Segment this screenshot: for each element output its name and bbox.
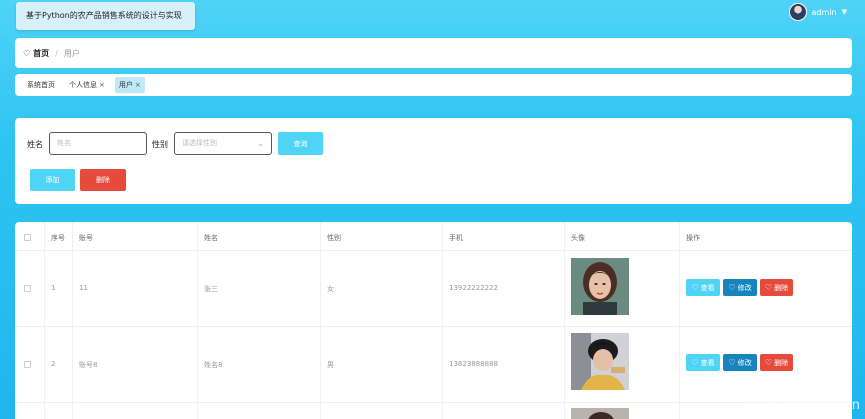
- column-header-index: 序号: [51, 234, 65, 242]
- edit-label: 修改: [737, 358, 752, 367]
- query-button[interactable]: 查询: [278, 132, 323, 155]
- tag-label: 用户: [118, 81, 133, 89]
- tags-bar: 系统首页 个人信息 × 用户 ×: [15, 74, 852, 96]
- edit-button[interactable]: ♡ 修改: [723, 279, 757, 296]
- gender-label: 性别: [152, 140, 168, 149]
- row-gender: 女: [327, 285, 334, 293]
- heart-icon: ♡: [728, 357, 736, 367]
- heart-icon: ♡: [764, 282, 773, 292]
- avatar-image: [571, 408, 629, 419]
- add-button[interactable]: 添加: [30, 169, 75, 191]
- tag-label: 系统首页: [27, 81, 55, 89]
- grid-line: [442, 222, 443, 419]
- row-name: 张三: [204, 285, 218, 293]
- row-name: 姓名8: [204, 361, 223, 369]
- delete-label: 删除: [774, 283, 789, 292]
- user-table: 序号 账号 姓名 性别 手机 头像 操作 1 11 张三 女 139222222…: [15, 222, 852, 419]
- user-name[interactable]: admin: [812, 8, 837, 17]
- heart-icon: ♡: [23, 48, 31, 58]
- row-phone: 13823888888: [449, 360, 498, 368]
- close-icon[interactable]: ×: [135, 81, 141, 89]
- name-input[interactable]: 姓名: [49, 132, 147, 155]
- grid-line: [197, 222, 198, 419]
- tag-home[interactable]: 系统首页: [23, 77, 59, 93]
- grid-line: [15, 250, 852, 251]
- breadcrumb-home-label: 首页: [33, 48, 50, 58]
- grid-line: [679, 222, 680, 419]
- row-checkbox[interactable]: [24, 361, 31, 368]
- column-header-actions: 操作: [686, 234, 700, 242]
- row-checkbox[interactable]: [24, 285, 31, 292]
- avatar-image: [571, 333, 629, 390]
- column-header-gender: 性别: [327, 234, 341, 242]
- tag-label: 个人信息: [69, 81, 97, 89]
- grid-line: [15, 402, 852, 403]
- close-icon[interactable]: ×: [99, 81, 105, 89]
- row-gender: 男: [327, 361, 334, 369]
- delete-label: 删除: [774, 358, 789, 367]
- row-index: 1: [51, 284, 56, 292]
- breadcrumb-separator: /: [55, 48, 58, 58]
- view-label: 查看: [700, 283, 715, 292]
- grid-line: [564, 222, 565, 419]
- view-label: 查看: [700, 358, 715, 367]
- heart-icon: ♡: [691, 357, 699, 367]
- caret-down-icon[interactable]: ▼: [842, 8, 847, 16]
- view-button[interactable]: ♡ 查看: [686, 279, 720, 296]
- avatar-image: [571, 258, 629, 315]
- heart-icon: ♡: [728, 282, 736, 292]
- tag-user[interactable]: 用户 ×: [114, 77, 145, 93]
- select-all-checkbox[interactable]: [24, 234, 31, 241]
- row-phone: 13922222222: [449, 284, 498, 292]
- row-account: 11: [79, 284, 88, 292]
- name-label: 姓名: [27, 140, 43, 149]
- app-title: 基于Python的农产品销售系统的设计与实现: [16, 2, 195, 30]
- grid-line: [15, 326, 852, 327]
- name-placeholder: 姓名: [57, 139, 71, 147]
- heart-icon: ♡: [764, 357, 773, 367]
- grid-line: [72, 222, 73, 419]
- column-header-account: 账号: [79, 234, 93, 242]
- search-panel: 姓名 姓名 性别 请选择性别 ⌄ 查询 添加 删除: [15, 118, 852, 204]
- column-header-avatar: 头像: [571, 234, 585, 242]
- column-header-name: 姓名: [204, 234, 218, 242]
- chevron-down-icon: ⌄: [257, 139, 264, 148]
- tag-profile[interactable]: 个人信息 ×: [65, 77, 109, 93]
- batch-delete-button[interactable]: 删除: [80, 169, 126, 191]
- breadcrumb-home[interactable]: ♡ 首页: [23, 48, 49, 59]
- breadcrumb-current: 用户: [63, 48, 80, 58]
- row-account: 账号8: [79, 361, 98, 369]
- delete-button[interactable]: ♡ 删除: [760, 279, 793, 296]
- grid-line: [320, 222, 321, 419]
- heart-icon: ♡: [691, 282, 699, 292]
- edit-label: 修改: [737, 283, 752, 292]
- row-index: 2: [51, 360, 56, 368]
- column-header-phone: 手机: [449, 234, 463, 242]
- grid-line: [44, 222, 45, 419]
- user-menu[interactable]: admin ▼: [788, 2, 847, 22]
- gender-select[interactable]: 请选择性别 ⌄: [174, 132, 272, 155]
- gender-placeholder: 请选择性别: [182, 139, 217, 147]
- avatar[interactable]: [788, 3, 807, 21]
- breadcrumb: ♡ 首页 / 用户: [15, 38, 852, 68]
- delete-button[interactable]: ♡ 删除: [760, 354, 793, 371]
- view-button[interactable]: ♡ 查看: [686, 354, 720, 371]
- watermark: CSDN @firepation: [743, 398, 860, 413]
- edit-button[interactable]: ♡ 修改: [723, 354, 757, 371]
